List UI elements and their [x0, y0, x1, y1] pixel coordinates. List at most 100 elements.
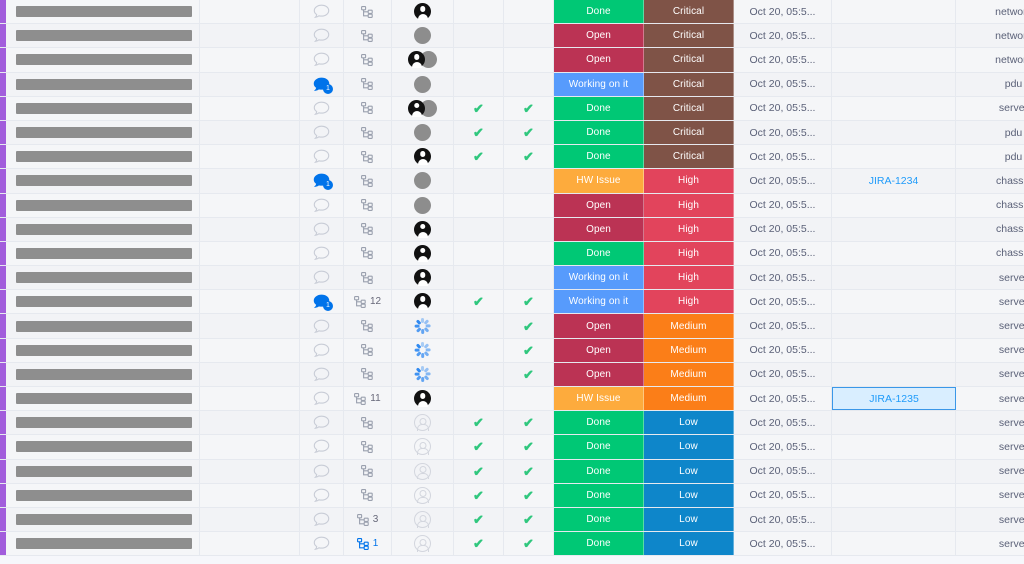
checkbox-cell-2[interactable]: ✔	[504, 314, 554, 338]
subitems-cell[interactable]	[344, 120, 392, 145]
secondary-text-cell[interactable]	[200, 24, 300, 48]
avatar[interactable]	[414, 3, 431, 21]
person-cell[interactable]	[392, 411, 454, 435]
status-badge[interactable]: Done	[554, 145, 644, 169]
person-cell[interactable]	[392, 483, 454, 507]
jira-link-cell[interactable]	[832, 217, 956, 241]
item-name-cell[interactable]	[8, 266, 200, 290]
secondary-text-cell[interactable]	[200, 266, 300, 290]
comment-bubble-icon[interactable]	[313, 270, 330, 285]
item-name-cell[interactable]	[8, 24, 200, 48]
person-cell[interactable]	[392, 387, 454, 411]
checkbox-cell-2[interactable]: ✔	[504, 338, 554, 362]
table-row[interactable]: ✔ ✔ Done Low Oct 20, 05:5... server	[0, 459, 1024, 484]
person-cell[interactable]	[392, 72, 454, 96]
avatar-empty-icon[interactable]	[414, 462, 431, 480]
status-badge[interactable]: Open	[554, 338, 644, 362]
checkbox-cell-1[interactable]	[454, 48, 504, 72]
priority-badge[interactable]: Critical	[644, 145, 734, 169]
comment-bubble-icon[interactable]	[313, 536, 330, 551]
jira-link-cell[interactable]	[832, 24, 956, 48]
checkbox-cell-2[interactable]: ✔	[504, 411, 554, 435]
jira-link-cell[interactable]: JIRA-1234	[832, 169, 956, 193]
item-name-cell[interactable]	[8, 169, 200, 193]
jira-link-cell[interactable]	[832, 145, 956, 169]
avatar[interactable]	[414, 244, 431, 262]
subitems-cell[interactable]	[344, 24, 392, 48]
status-badge[interactable]: Done	[554, 0, 644, 24]
date-cell[interactable]: Oct 20, 05:5...	[734, 120, 832, 145]
jira-link-cell[interactable]	[832, 72, 956, 96]
category-cell[interactable]: network	[956, 48, 1024, 71]
secondary-text-cell[interactable]	[200, 120, 300, 145]
table-row[interactable]: 1 Working on it Critical Oct 20, 05:5... pdu	[0, 72, 1024, 97]
subitems-cell[interactable]	[344, 96, 392, 120]
table-row[interactable]: ✔ ✔ Done Critical Oct 20, 05:5... server	[0, 96, 1024, 121]
date-cell[interactable]: Oct 20, 05:5...	[734, 266, 832, 290]
subitems-cell[interactable]	[344, 435, 392, 459]
updates-cell[interactable]	[300, 241, 344, 266]
person-cell[interactable]	[392, 266, 454, 290]
person-cell[interactable]	[392, 435, 454, 459]
person-cell[interactable]	[392, 241, 454, 266]
secondary-text-cell[interactable]	[200, 387, 300, 411]
secondary-text-cell[interactable]	[200, 507, 300, 532]
comment-bubble-icon[interactable]	[313, 367, 330, 382]
secondary-text-cell[interactable]	[200, 314, 300, 338]
avatar-empty-icon[interactable]	[414, 511, 431, 529]
category-cell[interactable]: network	[956, 24, 1024, 47]
subitems-cell[interactable]	[344, 0, 392, 24]
priority-badge[interactable]: Critical	[644, 24, 734, 48]
updates-cell[interactable]	[300, 435, 344, 459]
comment-bubble-icon[interactable]	[313, 343, 330, 358]
updates-cell[interactable]	[300, 0, 344, 24]
person-cell[interactable]	[392, 532, 454, 556]
category-cell[interactable]: server	[956, 314, 1024, 337]
avatar-empty-icon[interactable]	[414, 414, 431, 432]
date-cell[interactable]: Oct 20, 05:5...	[734, 507, 832, 532]
category-cell[interactable]: server	[956, 387, 1024, 410]
avatar[interactable]	[414, 172, 431, 190]
item-name-cell[interactable]	[8, 241, 200, 266]
table-row[interactable]: 11 HW Issue Medium Oct 20, 05:5... JIRA-1235…	[0, 387, 1024, 412]
checkbox-cell-1[interactable]: ✔	[454, 96, 504, 120]
date-cell[interactable]: Oct 20, 05:5...	[734, 459, 832, 483]
person-cell[interactable]	[392, 48, 454, 72]
status-badge[interactable]: Open	[554, 193, 644, 217]
item-name-cell[interactable]	[8, 314, 200, 338]
comment-bubble-icon[interactable]	[313, 391, 330, 406]
comment-bubble-icon[interactable]	[313, 4, 330, 19]
category-cell[interactable]: network	[956, 0, 1024, 23]
comment-bubble-icon[interactable]	[313, 125, 330, 140]
checkbox-cell-1[interactable]: ✔	[454, 532, 504, 556]
updates-cell[interactable]: 1	[300, 290, 344, 314]
priority-badge[interactable]: Critical	[644, 48, 734, 72]
category-cell[interactable]: server	[956, 508, 1024, 531]
subitems-cell[interactable]	[344, 145, 392, 169]
status-badge[interactable]: Done	[554, 459, 644, 483]
checkbox-cell-2[interactable]: ✔	[504, 532, 554, 556]
table-row[interactable]: 1 12 ✔ ✔ Working on it High Oct 20, 05:5... ser…	[0, 290, 1024, 315]
category-cell[interactable]: pdu	[956, 145, 1024, 168]
checkbox-cell-1[interactable]	[454, 0, 504, 24]
category-cell[interactable]: server	[956, 363, 1024, 386]
jira-link-cell[interactable]	[832, 362, 956, 386]
subitems-cell[interactable]	[344, 241, 392, 266]
checkbox-cell-1[interactable]	[454, 362, 504, 386]
person-cell[interactable]	[392, 338, 454, 362]
checkbox-cell-2[interactable]: ✔	[504, 145, 554, 169]
jira-link[interactable]: JIRA-1234	[869, 175, 919, 187]
priority-badge[interactable]: Critical	[644, 96, 734, 120]
item-name-cell[interactable]	[8, 338, 200, 362]
item-name-cell[interactable]	[8, 532, 200, 556]
priority-badge[interactable]: High	[644, 241, 734, 266]
jira-link-cell[interactable]	[832, 411, 956, 435]
category-cell[interactable]: server	[956, 339, 1024, 362]
category-cell[interactable]: chassis	[956, 218, 1024, 241]
checkbox-cell-2[interactable]	[504, 241, 554, 266]
secondary-text-cell[interactable]	[200, 459, 300, 483]
checkbox-cell-2[interactable]: ✔	[504, 362, 554, 386]
date-cell[interactable]: Oct 20, 05:5...	[734, 24, 832, 48]
secondary-text-cell[interactable]	[200, 241, 300, 266]
person-cell[interactable]	[392, 507, 454, 532]
